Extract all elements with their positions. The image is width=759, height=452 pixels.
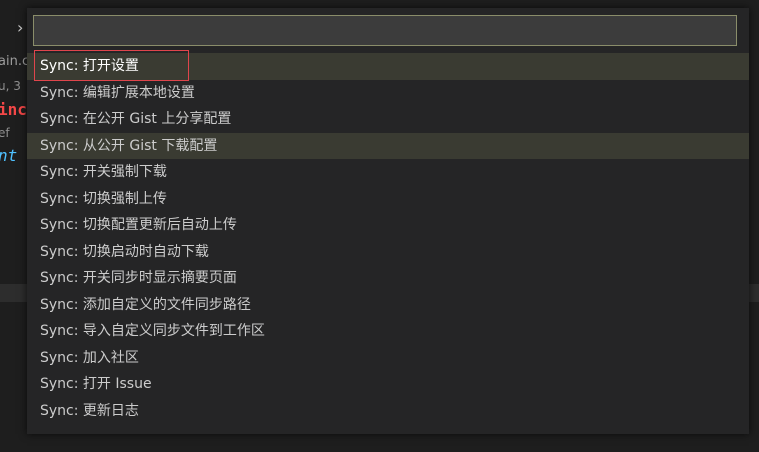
editor-identifier-fragment: nt — [0, 146, 18, 165]
command-item-label: Sync: 开关强制下载 — [40, 164, 167, 180]
command-item[interactable]: Sync: 添加自定义的文件同步路径 — [27, 292, 749, 319]
command-item[interactable]: Sync: 切换强制上传 — [27, 186, 749, 213]
command-item-label: Sync: 加入社区 — [40, 349, 139, 366]
command-list: Sync: 打开设置 Sync: 编辑扩展本地设置 Sync: 在公开 Gist 上… — [27, 50, 749, 425]
command-item[interactable]: Sync: 从公开 Gist 下载配置 — [27, 132, 749, 159]
command-item-label: Sync: 切换配置更新后自动上传 — [40, 217, 237, 233]
command-item[interactable]: Sync: 在公开 Gist 上分享配置 — [27, 106, 749, 133]
editor-keyword-fragment: inc — [0, 100, 27, 119]
command-item[interactable]: Sync: 加入社区 — [27, 345, 749, 372]
command-item-label: Sync: 在公开 Gist 上分享配置 — [40, 111, 232, 127]
command-item[interactable]: Sync: 打开 Issue — [27, 371, 749, 398]
command-item-label: Sync: 打开 Issue — [40, 376, 152, 392]
command-palette: Sync: 打开设置 Sync: 编辑扩展本地设置 Sync: 在公开 Gist 上… — [27, 8, 749, 434]
command-item[interactable]: Sync: 更新日志 — [27, 398, 749, 425]
command-palette-input[interactable] — [33, 15, 737, 46]
breadcrumb-chevron-icon: › — [17, 18, 24, 37]
command-item-label: Sync: 从公开 Gist 下载配置 — [40, 137, 218, 154]
command-item-label: Sync: 切换强制上传 — [40, 190, 167, 207]
command-item-label: Sync: 导入自定义同步文件到工作区 — [40, 323, 265, 339]
command-item-label: Sync: 切换启动时自动下载 — [40, 243, 209, 260]
command-item[interactable]: Sync: 开关强制下载 — [27, 159, 749, 186]
command-item[interactable]: Sync: 打开设置 — [27, 50, 749, 81]
editor-codelens-fragment: u, 3 — [0, 79, 21, 93]
editor-filename-fragment: ain.c — [0, 54, 30, 69]
editor-reference-fragment: ef — [0, 126, 10, 140]
command-item-label: Sync: 添加自定义的文件同步路径 — [40, 296, 251, 313]
command-item-label: Sync: 编辑扩展本地设置 — [40, 84, 195, 101]
command-item[interactable]: Sync: 开关同步时显示摘要页面 — [27, 265, 749, 292]
command-item-label: Sync: 开关同步时显示摘要页面 — [40, 270, 237, 286]
focus-outline — [34, 50, 189, 81]
command-item[interactable]: Sync: 编辑扩展本地设置 — [27, 80, 749, 107]
command-item[interactable]: Sync: 导入自定义同步文件到工作区 — [27, 318, 749, 345]
command-item[interactable]: Sync: 切换启动时自动下载 — [27, 239, 749, 266]
command-item-label: Sync: 更新日志 — [40, 402, 139, 419]
command-item[interactable]: Sync: 切换配置更新后自动上传 — [27, 212, 749, 239]
